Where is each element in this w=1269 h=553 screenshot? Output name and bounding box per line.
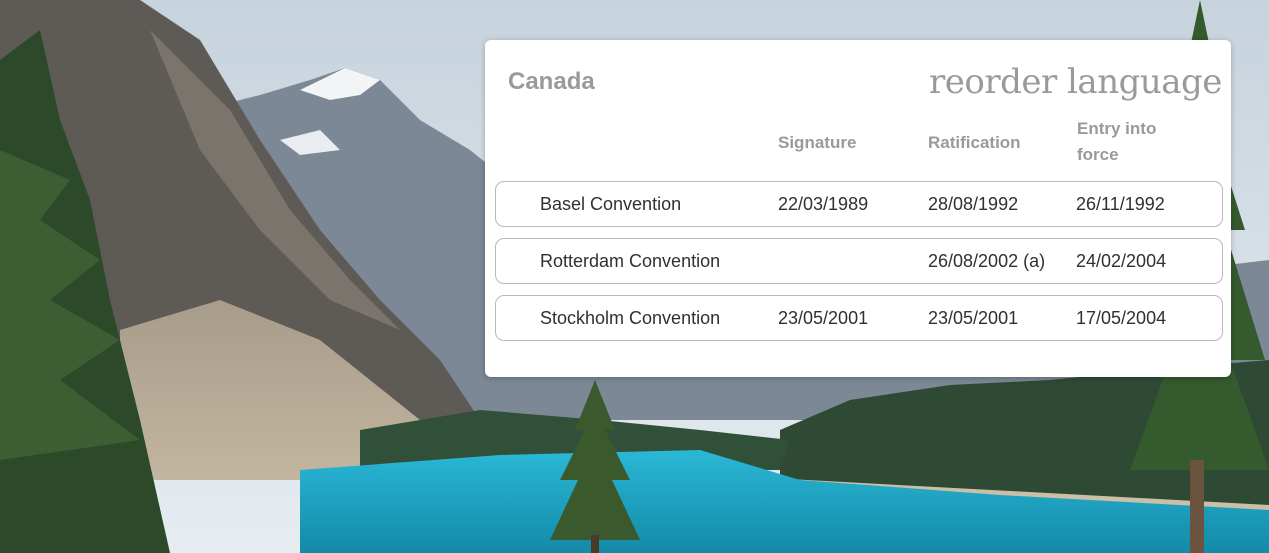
convention-status-panel: Canada reorder language Signature Ratifi… bbox=[485, 40, 1231, 377]
convention-name: Stockholm Convention bbox=[540, 308, 721, 328]
convention-name: Rotterdam Convention bbox=[540, 251, 721, 271]
entry-into-force-date: 24/02/2004 bbox=[1076, 251, 1167, 271]
ratification-date: 28/08/1992 bbox=[928, 194, 1019, 214]
convention-row-rotterdam[interactable]: Rotterdam Convention 26/08/2002 (a) 24/0… bbox=[495, 238, 1223, 284]
entry-into-force-date: 26/11/1992 bbox=[1076, 194, 1165, 214]
country-title: Canada bbox=[508, 68, 595, 95]
column-header-entry-into-force: Entry into force bbox=[1077, 119, 1157, 164]
reorder-language-link[interactable]: reorder language bbox=[929, 62, 1222, 102]
signature-date: 23/05/2001 bbox=[778, 308, 869, 328]
convention-name: Basel Convention bbox=[540, 194, 682, 214]
column-header-ratification: Ratification bbox=[928, 133, 1021, 152]
ratification-date: 23/05/2001 bbox=[928, 308, 1019, 328]
ratification-date: 26/08/2002 (a) bbox=[928, 251, 1046, 271]
convention-row-stockholm[interactable]: Stockholm Convention 23/05/2001 23/05/20… bbox=[495, 295, 1223, 341]
convention-row-basel[interactable]: Basel Convention 22/03/1989 28/08/1992 2… bbox=[495, 181, 1223, 227]
entry-into-force-date: 17/05/2004 bbox=[1076, 308, 1167, 328]
column-header-signature: Signature bbox=[778, 133, 857, 152]
signature-date: 22/03/1989 bbox=[778, 194, 869, 214]
